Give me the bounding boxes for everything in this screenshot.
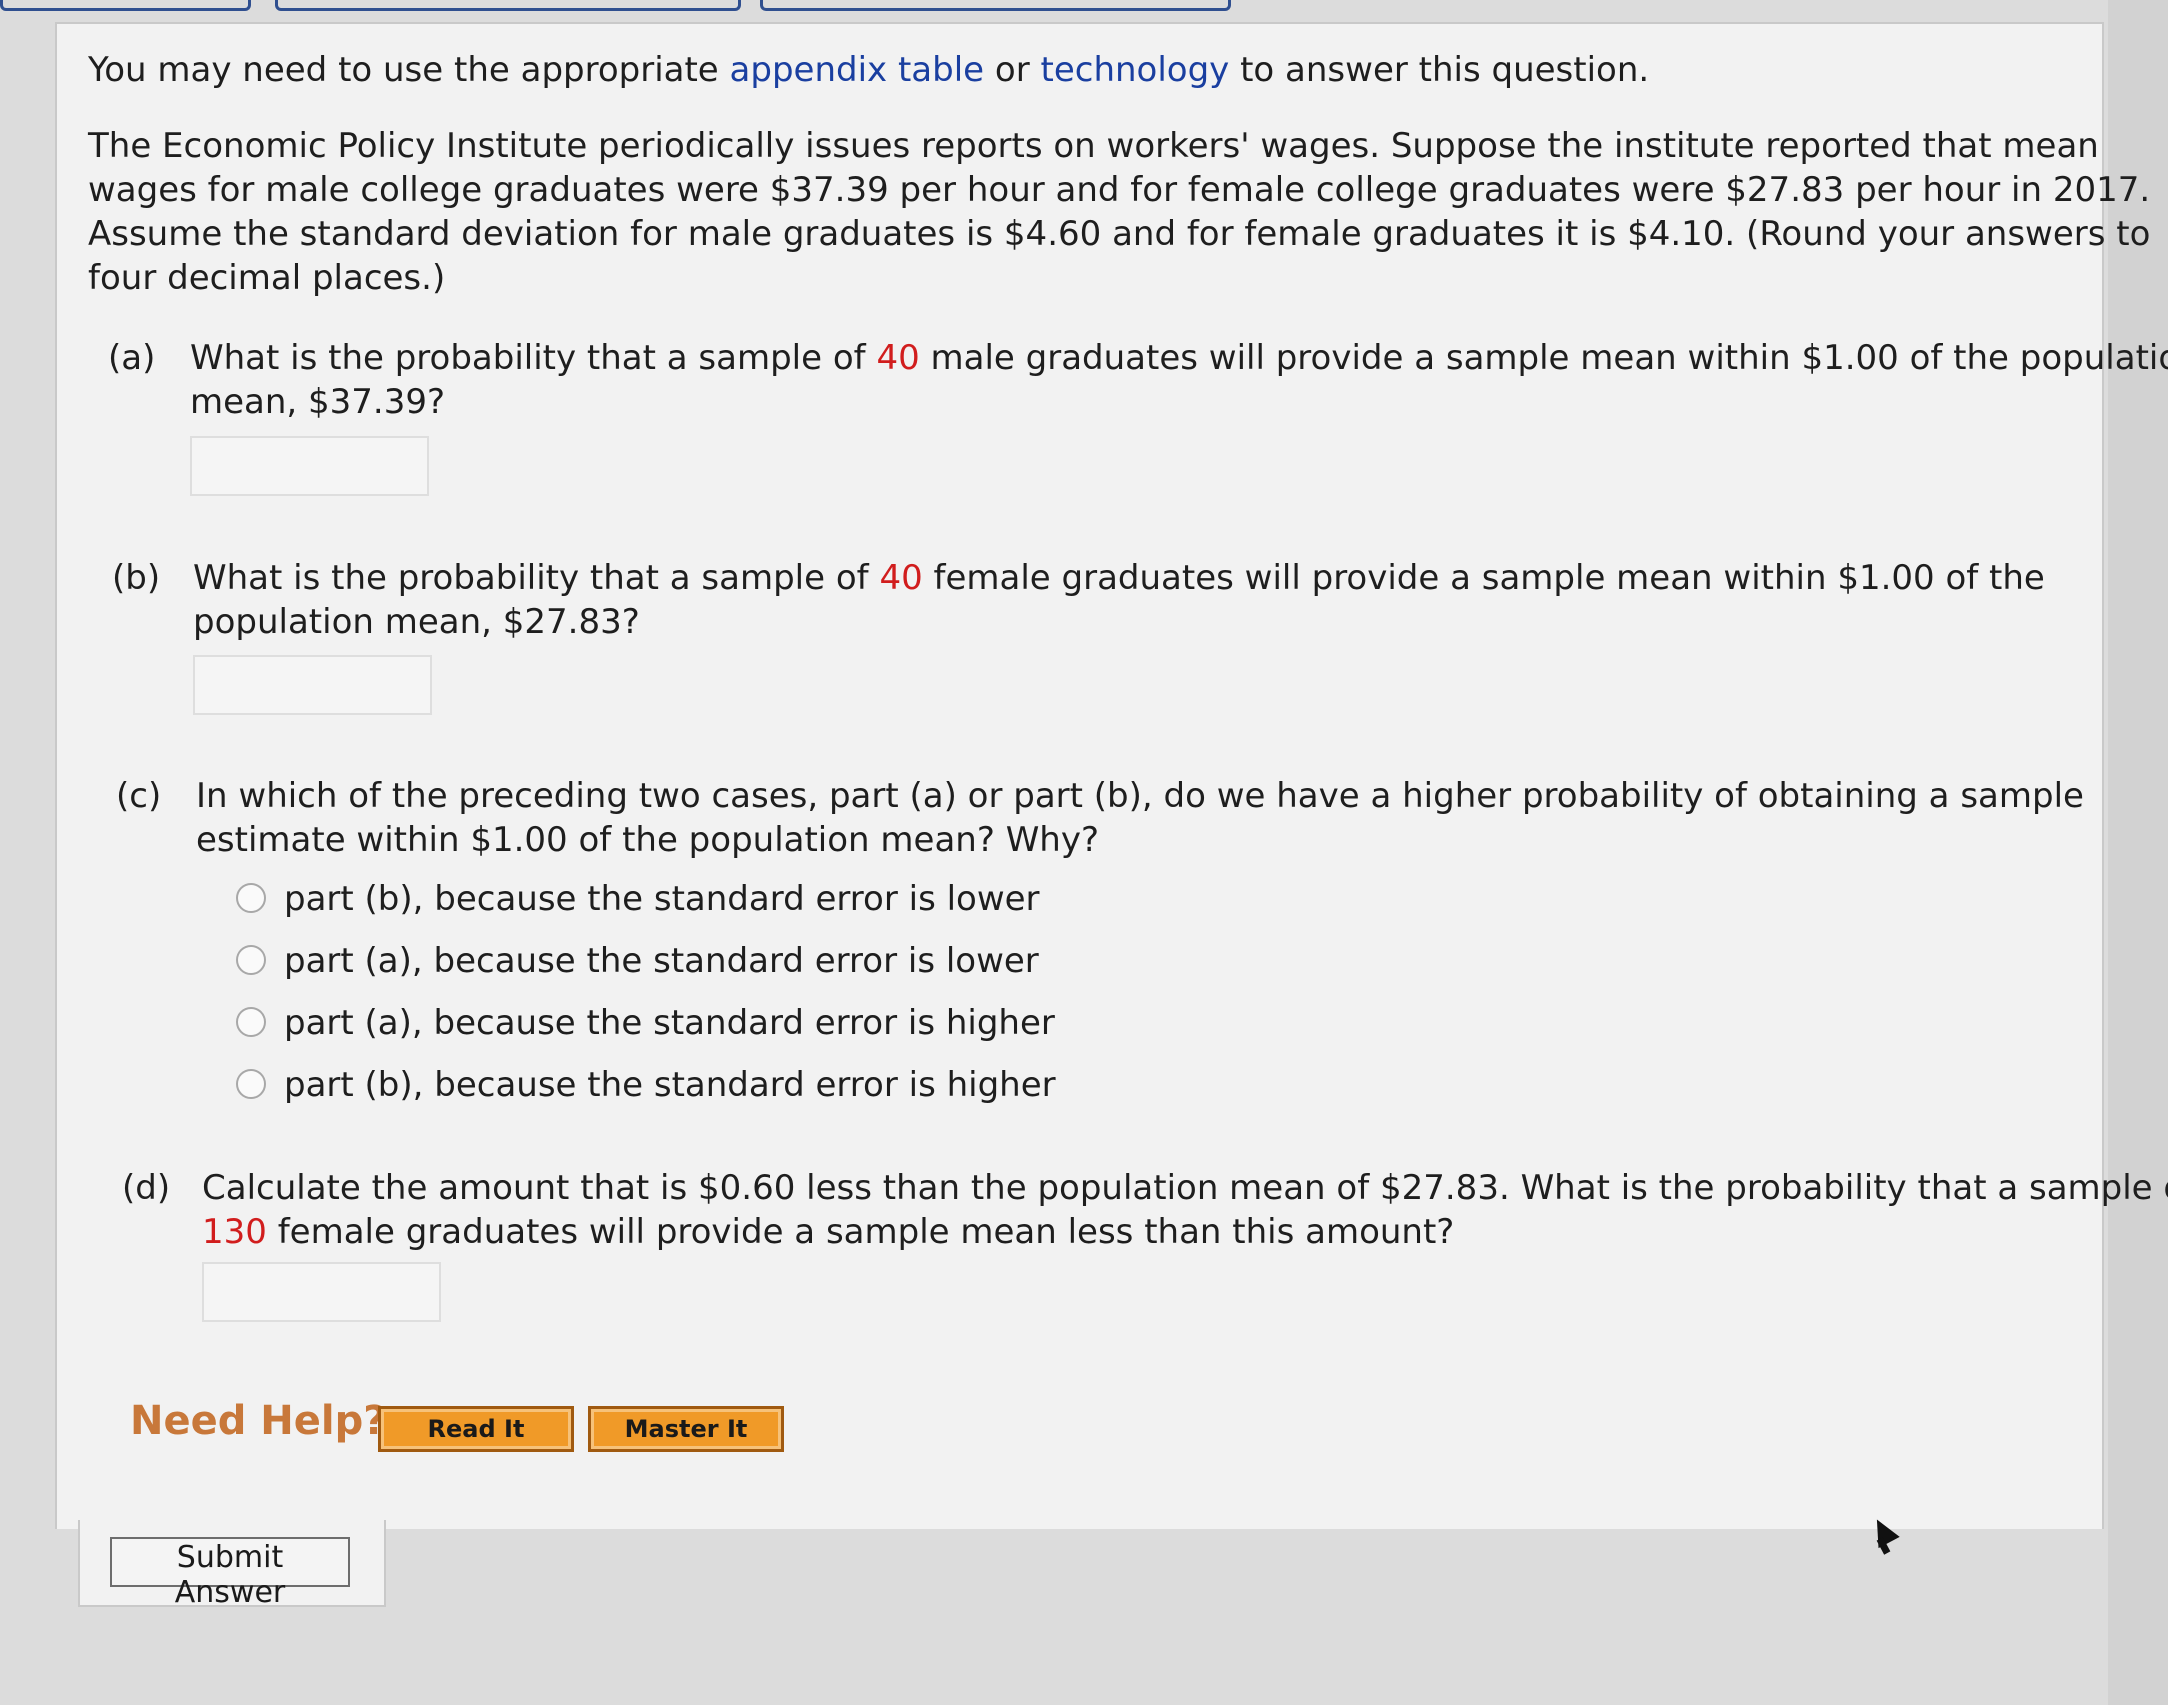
part-d-question-line-1: Calculate the amount that is $0.60 less … [202, 1168, 2168, 1208]
part-a-post: male graduates will provide a sample mea… [919, 338, 2168, 378]
part-d-question-line-2: 130 female graduates will provide a samp… [202, 1210, 1454, 1254]
technology-link[interactable]: technology [1041, 50, 1230, 90]
option-label: part (b), because the standard error is … [284, 1065, 1056, 1105]
radio-button[interactable] [236, 1006, 266, 1037]
part-a-pre: What is the probability that a sample of [190, 338, 877, 378]
part-a-sample-size: 40 [876, 338, 920, 378]
top-tab-1 [0, 0, 251, 11]
part-b-sample-size: 40 [879, 558, 923, 598]
master-it-button[interactable]: Master It [588, 1406, 784, 1452]
part-c-option-2[interactable]: part (a), because the standard error is … [236, 936, 1039, 986]
read-it-button[interactable]: Read It [378, 1406, 574, 1452]
radio-button[interactable] [236, 882, 266, 913]
part-b-label: (b) [112, 558, 161, 598]
part-a-question-line-1: What is the probability that a sample of… [190, 336, 2168, 380]
part-a-answer-input[interactable] [190, 436, 429, 496]
submit-answer-button[interactable]: Submit Answer [110, 1537, 350, 1610]
part-c-question-line-1: In which of the preceding two cases, par… [196, 776, 2084, 816]
problem-line-4: four decimal places.) [88, 258, 446, 298]
option-label: part (a), because the standard error is … [284, 1003, 1055, 1043]
problem-line-3: Assume the standard deviation for male g… [88, 214, 2151, 254]
part-c-option-4[interactable]: part (b), because the standard error is … [236, 1060, 1056, 1110]
part-c-option-1[interactable]: part (b), because the standard error is … [236, 874, 1040, 924]
need-help-label: Need Help? [130, 1398, 387, 1444]
part-a-label: (a) [108, 338, 156, 378]
part-d-post: female graduates will provide a sample m… [266, 1212, 1455, 1252]
part-d-sample-size: 130 [202, 1212, 267, 1252]
part-c-question-line-2: estimate within $1.00 of the population … [196, 820, 1100, 860]
intro-prefix: You may need to use the appropriate [88, 50, 730, 90]
part-b-question-line-2: population mean, $27.83? [193, 602, 640, 642]
problem-line-1: The Economic Policy Institute periodical… [88, 126, 2099, 166]
part-b-question-line-1: What is the probability that a sample of… [193, 556, 2045, 600]
top-tab-2 [275, 0, 741, 11]
part-b-pre: What is the probability that a sample of [193, 558, 880, 598]
radio-button[interactable] [236, 944, 266, 975]
part-c-label: (c) [116, 776, 162, 816]
radio-button[interactable] [236, 1068, 266, 1099]
intro-text: You may need to use the appropriate appe… [88, 48, 1649, 92]
intro-suffix: to answer this question. [1229, 50, 1650, 90]
option-label: part (a), because the standard error is … [284, 941, 1039, 981]
intro-middle: or [984, 50, 1041, 90]
part-a-question-line-2: mean, $37.39? [190, 382, 446, 422]
top-tab-3 [760, 0, 1231, 11]
part-b-post: female graduates will provide a sample m… [922, 558, 2045, 598]
part-d-answer-input[interactable] [202, 1262, 441, 1322]
option-label: part (b), because the standard error is … [284, 879, 1040, 919]
appendix-table-link[interactable]: appendix table [730, 50, 985, 90]
part-c-option-3[interactable]: part (a), because the standard error is … [236, 998, 1055, 1048]
part-d-label: (d) [122, 1168, 171, 1208]
part-b-answer-input[interactable] [193, 655, 432, 715]
problem-line-2: wages for male college graduates were $3… [88, 170, 2151, 210]
